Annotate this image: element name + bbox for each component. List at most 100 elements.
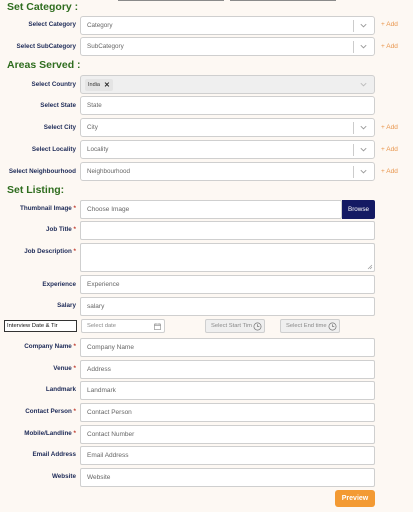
top-divider [230, 0, 336, 1]
neighbourhood-select[interactable]: Neighbourhood [80, 162, 375, 181]
chevron-down-icon [360, 23, 367, 28]
city-placeholder: City [87, 124, 98, 131]
contact-person-input[interactable]: Contact Person [80, 403, 375, 422]
job-description-label: Job Description * [24, 248, 76, 255]
section-title-listing: Set Listing: [7, 184, 65, 196]
select-separator [353, 144, 354, 156]
locality-select[interactable]: Locality [80, 140, 375, 159]
email-label: Email Address [32, 451, 76, 458]
add-locality-link[interactable]: + Add [381, 146, 398, 153]
thumbnail-file-input[interactable]: Choose Image [80, 200, 342, 219]
thumbnail-placeholder: Choose Image [87, 206, 130, 213]
clock-icon[interactable] [328, 322, 337, 331]
neighbourhood-placeholder: Neighbourhood [87, 168, 131, 175]
select-separator [353, 166, 354, 178]
calendar-icon[interactable] [154, 323, 161, 330]
state-select[interactable]: State [80, 96, 375, 115]
date-input[interactable]: Select date [81, 319, 165, 333]
chevron-down-icon [360, 147, 367, 152]
country-chip[interactable]: India ✕ [85, 79, 113, 91]
job-title-input[interactable] [80, 221, 375, 240]
top-divider [118, 0, 224, 1]
required-mark: * [73, 430, 76, 437]
required-mark: * [73, 343, 76, 350]
add-category-link[interactable]: + Add [381, 21, 398, 28]
start-time-input[interactable]: Select Start Tim [205, 319, 265, 333]
landmark-label: Landmark [45, 386, 76, 393]
venue-input[interactable]: Address [80, 360, 375, 379]
website-input[interactable]: Website [80, 468, 375, 487]
select-neighbourhood-label: Select Neighbourhood [8, 168, 76, 175]
city-select[interactable]: City [80, 118, 375, 137]
landmark-input[interactable]: Landmark [80, 381, 375, 400]
end-time-placeholder: Select End time [286, 323, 327, 329]
section-title-areas: Areas Served : [7, 59, 81, 71]
add-subcategory-link[interactable]: + Add [381, 43, 398, 50]
mobile-label: Mobile/Landline * [24, 430, 76, 437]
company-name-input[interactable]: Company Name [80, 338, 375, 357]
required-mark: * [73, 205, 76, 212]
salary-placeholder: salary [87, 303, 105, 310]
select-state-label: Select State [40, 102, 76, 109]
company-name-label-text: Company Name [24, 343, 72, 350]
contact-person-label: Contact Person * [25, 408, 76, 415]
subcategory-placeholder: SubCategory [87, 43, 124, 50]
select-category-label: Select Category [28, 21, 76, 28]
section-title-category: Set Category : [7, 1, 79, 13]
chevron-down-icon [360, 125, 367, 130]
required-mark: * [73, 226, 76, 233]
clock-icon[interactable] [253, 322, 262, 331]
experience-input[interactable]: Experience [80, 275, 375, 294]
add-neighbourhood-link[interactable]: + Add [381, 168, 398, 175]
chevron-down-icon [360, 169, 367, 174]
job-title-label-text: Job Title [46, 226, 72, 233]
resize-handle-icon[interactable] [367, 264, 373, 270]
venue-placeholder: Address [87, 366, 111, 373]
select-separator [353, 122, 354, 134]
required-mark: * [73, 408, 76, 415]
job-description-label-text: Job Description [24, 248, 72, 255]
subcategory-select[interactable]: SubCategory [80, 37, 375, 56]
mobile-input[interactable]: Contact Number [80, 425, 375, 444]
chevron-down-icon [360, 44, 367, 49]
locality-placeholder: Locality [87, 146, 109, 153]
browse-button[interactable]: Browse [342, 200, 375, 219]
date-placeholder: Select date [87, 323, 117, 329]
interview-type-select[interactable]: Interview Date & Tir [4, 320, 77, 332]
website-label: Website [51, 473, 76, 480]
email-placeholder: Email Address [87, 452, 129, 459]
select-city-label: Select City [43, 124, 76, 131]
country-select[interactable]: India ✕ [80, 75, 375, 94]
add-city-link[interactable]: + Add [381, 124, 398, 131]
select-locality-label: Select Locality [31, 146, 76, 153]
mobile-placeholder: Contact Number [87, 431, 135, 438]
preview-button[interactable]: Preview [335, 490, 375, 507]
website-placeholder: Website [87, 474, 111, 481]
salary-input[interactable]: salary [80, 297, 375, 316]
contact-person-placeholder: Contact Person [87, 409, 132, 416]
company-name-label: Company Name * [24, 343, 76, 350]
country-chip-label: India [88, 82, 100, 88]
select-separator [353, 41, 354, 53]
category-placeholder: Category [87, 22, 113, 29]
chevron-down-icon [360, 82, 367, 87]
category-select[interactable]: Category [80, 16, 375, 35]
experience-label: Experience [42, 281, 76, 288]
select-subcategory-label: Select SubCategory [16, 43, 77, 50]
required-mark: * [73, 365, 76, 372]
mobile-label-text: Mobile/Landline [24, 430, 72, 437]
select-separator [353, 20, 354, 32]
email-input[interactable]: Email Address [80, 446, 375, 465]
start-time-placeholder: Select Start Tim [211, 323, 252, 329]
thumbnail-label: Thumbnail Image * [20, 205, 76, 212]
venue-label-text: Venue [53, 365, 72, 372]
salary-label: Salary [57, 302, 76, 309]
state-placeholder: State [87, 102, 102, 109]
experience-placeholder: Experience [87, 281, 120, 288]
end-time-input[interactable]: Select End time [280, 319, 340, 333]
select-country-label: Select Country [31, 81, 76, 88]
required-mark: * [73, 248, 76, 255]
close-icon[interactable]: ✕ [104, 81, 110, 89]
company-name-placeholder: Company Name [87, 344, 134, 351]
job-description-textarea[interactable] [80, 243, 375, 272]
